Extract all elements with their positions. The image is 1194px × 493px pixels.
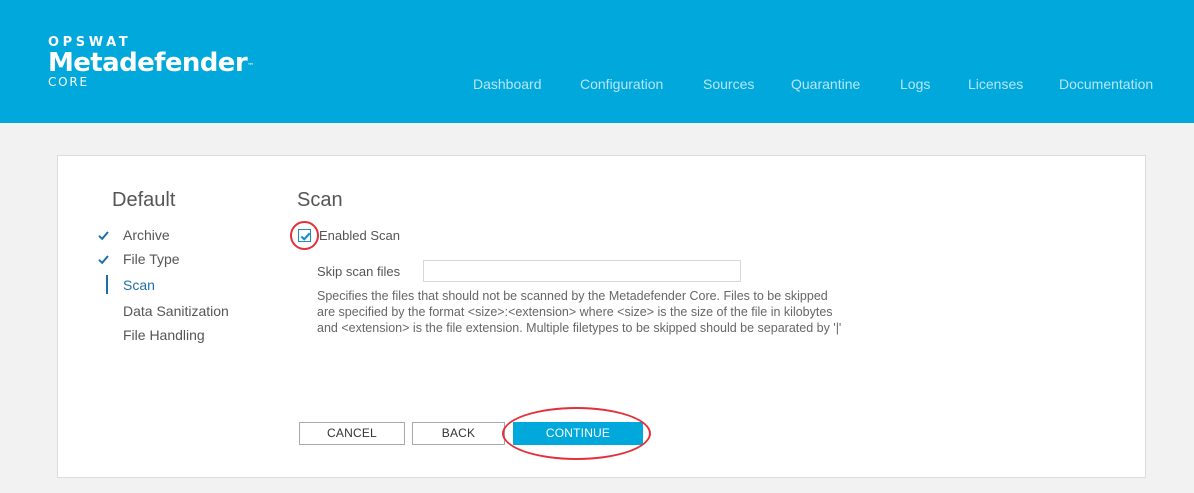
wizard-panel: Default Archive File Type Scan Data Sani… xyxy=(57,155,1146,478)
nav-configuration[interactable]: Configuration xyxy=(580,76,663,92)
nav-documentation[interactable]: Documentation xyxy=(1059,76,1153,92)
section-title: Scan xyxy=(297,189,343,211)
sidebar-item-scan[interactable]: Scan xyxy=(123,277,155,293)
checkmark-icon xyxy=(98,231,109,241)
sidebar-title: Default xyxy=(112,189,176,211)
nav-licenses[interactable]: Licenses xyxy=(968,76,1023,92)
skip-scan-input[interactable] xyxy=(423,260,741,282)
brand-product: Metadefender xyxy=(48,48,248,78)
skip-scan-help: Specifies the files that should not be s… xyxy=(317,289,842,335)
sidebar-item-file-type[interactable]: File Type xyxy=(123,251,180,267)
sidebar-item-archive[interactable]: Archive xyxy=(123,227,170,243)
active-step-indicator xyxy=(106,275,108,294)
sidebar-item-file-handling[interactable]: File Handling xyxy=(123,327,205,343)
metadefender-logo[interactable]: OPSWAT Metadefender™ CORE xyxy=(48,36,254,88)
checkmark-icon xyxy=(300,232,311,241)
cancel-button[interactable]: CANCEL xyxy=(299,422,405,445)
checkmark-icon xyxy=(98,255,109,265)
nav-quarantine[interactable]: Quarantine xyxy=(791,76,860,92)
enabled-scan-checkbox[interactable] xyxy=(298,229,311,242)
nav-sources[interactable]: Sources xyxy=(703,76,754,92)
continue-button[interactable]: CONTINUE xyxy=(513,422,643,445)
skip-scan-label: Skip scan files xyxy=(317,264,401,279)
brand-product-wrap: Metadefender™ xyxy=(48,48,254,78)
nav-dashboard[interactable]: Dashboard xyxy=(473,76,542,92)
top-header: OPSWAT Metadefender™ CORE Dashboard Conf… xyxy=(0,0,1194,123)
nav-logs[interactable]: Logs xyxy=(900,76,930,92)
sidebar-item-data-sanitization[interactable]: Data Sanitization xyxy=(123,303,229,319)
enabled-scan-label[interactable]: Enabled Scan xyxy=(319,228,400,243)
back-button[interactable]: BACK xyxy=(412,422,505,445)
brand-trademark: ™ xyxy=(247,62,254,70)
